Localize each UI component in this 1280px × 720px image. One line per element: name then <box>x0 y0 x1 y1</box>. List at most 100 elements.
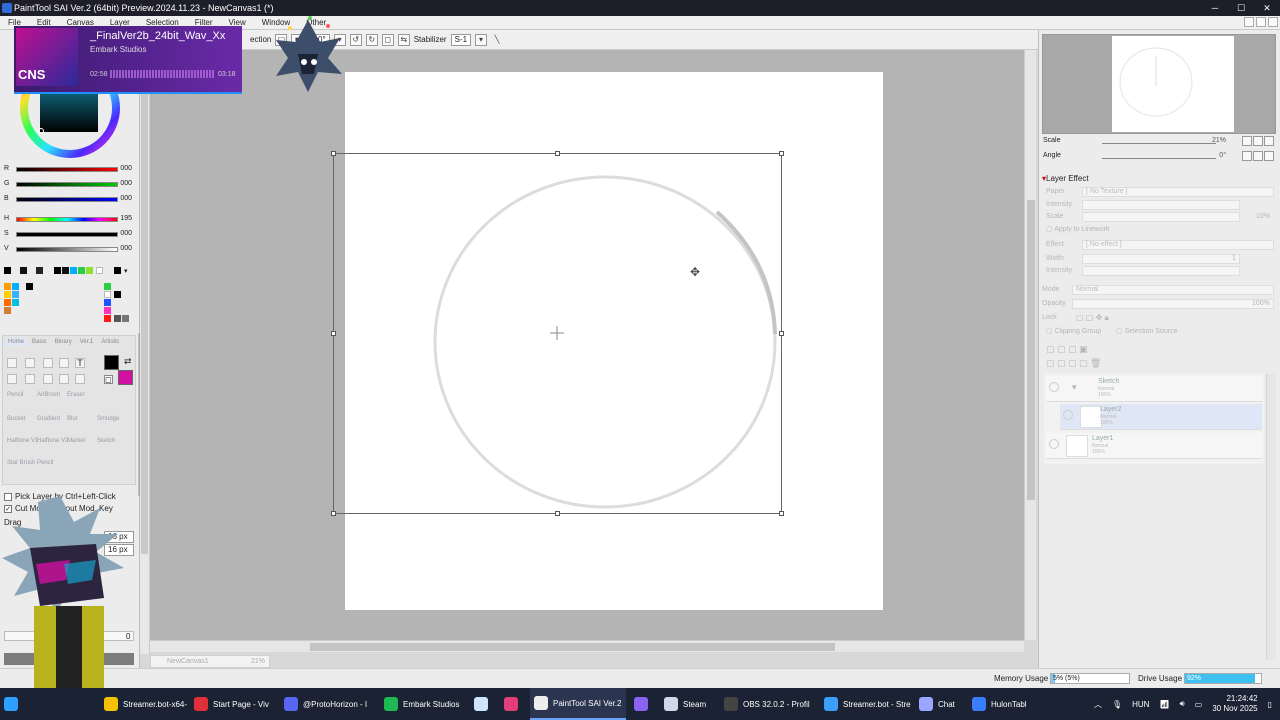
volume-icon[interactable]: 🔊︎ <box>1180 699 1185 709</box>
folder-chevron-icon[interactable]: ▾ <box>1072 382 1077 393</box>
nav-scale-track[interactable] <box>1102 143 1216 144</box>
slider-r[interactable]: R 000 <box>4 164 136 176</box>
swatch[interactable] <box>4 267 11 274</box>
magic-wand-icon[interactable] <box>43 358 53 368</box>
swatch[interactable] <box>62 267 69 274</box>
tool-star-brush[interactable]: Star Brush <box>7 460 35 466</box>
tool-pencil[interactable]: Pencil <box>7 392 23 398</box>
minimize-button[interactable]: ─ <box>1202 0 1228 16</box>
swatch[interactable] <box>4 299 11 306</box>
slider-g[interactable]: G 000 <box>4 179 136 191</box>
paper-select[interactable]: [ No Texture ] <box>1082 187 1274 197</box>
effect-intensity-slider[interactable] <box>1082 266 1240 276</box>
canvas-vertical-scroll-thumb[interactable] <box>1027 200 1035 500</box>
taskbar-item[interactable]: OBS 32.0.2 - Profil <box>720 688 814 720</box>
slider-v-track[interactable] <box>16 247 118 252</box>
slider-g-track[interactable] <box>16 182 118 187</box>
transform-handle-bottom[interactable] <box>555 511 560 516</box>
effect-width-slider[interactable] <box>1082 254 1240 264</box>
tool-tab-basic[interactable]: Basic <box>29 338 50 346</box>
taskbar-item[interactable]: Embark Studios <box>380 688 463 720</box>
transparent-color-icon[interactable]: ◻ <box>104 375 113 384</box>
swatch[interactable] <box>4 291 11 298</box>
swatch[interactable] <box>114 267 121 274</box>
taskbar-item[interactable]: PaintTool SAI Ver.2 <box>530 688 626 720</box>
swatch[interactable] <box>12 291 19 298</box>
tool-blur[interactable]: Blur <box>67 416 78 422</box>
eye-icon[interactable] <box>1049 439 1059 449</box>
tool-tab-ver1[interactable]: Ver.1 <box>77 338 97 346</box>
slider-r-track[interactable] <box>16 167 118 172</box>
background-color[interactable] <box>118 370 133 385</box>
taskbar-item[interactable]: Streamer.bot-x64- <box>100 688 191 720</box>
swatch[interactable] <box>12 283 19 290</box>
layer-row-layer2[interactable]: Layer2 Normal 100% <box>1060 404 1262 430</box>
mdi-close-button[interactable] <box>1268 17 1278 27</box>
swatch[interactable] <box>36 267 43 274</box>
tool-pencil-2[interactable]: Pencil <box>37 460 53 466</box>
eye-icon[interactable] <box>1049 382 1059 392</box>
layer-ops-icon[interactable]: ▢ ▢ ▢ ▢ 🗑︎ <box>1046 358 1101 369</box>
canvas-horizontal-scroll-thumb[interactable] <box>310 643 835 651</box>
swatch[interactable] <box>70 267 77 274</box>
tool-sketch[interactable]: Sketch <box>97 438 115 444</box>
tool-halftone-v2[interactable]: Halftone V2 <box>37 438 68 444</box>
swatch[interactable] <box>114 291 121 298</box>
paper-intensity-slider[interactable] <box>1082 200 1240 210</box>
selection-source-option[interactable]: ▢ Selection Source <box>1116 327 1177 335</box>
zoom-icon[interactable] <box>25 374 35 384</box>
close-button[interactable]: ✕ <box>1254 0 1280 16</box>
rotate-right-icon[interactable] <box>1253 151 1263 161</box>
taskbar-item[interactable]: Chat <box>915 688 959 720</box>
tool-gradient[interactable]: Gradient <box>37 416 60 422</box>
swatch[interactable] <box>12 299 19 306</box>
rotate-right-icon[interactable]: ↻ <box>365 33 378 46</box>
mic-icon[interactable]: 🎙︎ <box>1112 700 1122 709</box>
swatch[interactable] <box>4 307 11 314</box>
opacity-slider[interactable] <box>1072 299 1274 309</box>
navigator-preview[interactable] <box>1112 36 1234 132</box>
layer-list-scrollbar[interactable] <box>1266 374 1276 660</box>
eyedropper-icon[interactable] <box>75 374 85 384</box>
rotate-left-icon[interactable]: ↺ <box>349 33 362 46</box>
zoom-out-icon[interactable] <box>1242 136 1252 146</box>
rotate-reset-icon[interactable] <box>1264 151 1274 161</box>
reset-view-icon[interactable]: ◻ <box>381 33 394 46</box>
slider-b-track[interactable] <box>16 197 118 202</box>
notification-icon[interactable]: ▯ <box>1268 700 1272 709</box>
taskbar-item[interactable]: Start Page - Viv <box>190 688 273 720</box>
swatch[interactable] <box>78 267 85 274</box>
tool-bucket[interactable]: Bucket <box>7 416 25 422</box>
paper-scale-slider[interactable] <box>1082 212 1240 222</box>
transform-handle-top[interactable] <box>555 151 560 156</box>
transform-handle-top-left[interactable] <box>331 151 336 156</box>
slider-h-track[interactable] <box>16 217 118 222</box>
move-icon[interactable] <box>7 374 17 384</box>
chevron-up-icon[interactable]: ︿ <box>1094 699 1102 710</box>
zoom-reset-icon[interactable] <box>1264 136 1274 146</box>
swatch[interactable] <box>86 267 93 274</box>
effect-select[interactable]: [ No effect ] <box>1082 240 1274 250</box>
taskbar-item[interactable]: Steam <box>660 688 710 720</box>
start-button[interactable] <box>4 688 18 720</box>
swatch[interactable] <box>20 267 27 274</box>
hand-icon[interactable] <box>59 374 69 384</box>
transform-handle-bottom-left[interactable] <box>331 511 336 516</box>
taskbar-item[interactable]: @ProtoHorizon - I <box>280 688 371 720</box>
move-layer-icon[interactable] <box>59 358 69 368</box>
zoom-in-icon[interactable] <box>1253 136 1263 146</box>
tool-tab-artistic[interactable]: Artistic <box>98 338 122 346</box>
left-panel-scrollbar[interactable] <box>140 50 150 654</box>
text-icon[interactable]: T <box>75 358 85 368</box>
swatch[interactable] <box>104 307 111 314</box>
lasso-icon[interactable] <box>25 358 35 368</box>
transform-handle-left[interactable] <box>331 331 336 336</box>
swatch-palette[interactable]: ▾ <box>2 265 136 333</box>
rotate-icon[interactable] <box>43 374 53 384</box>
new-layer-icon[interactable]: ▢ ▢ ▢ ▣ <box>1046 344 1088 355</box>
swatch[interactable] <box>122 315 129 322</box>
apply-linework-option[interactable]: ▢ Apply to Linework <box>1046 225 1109 233</box>
mdi-restore-button[interactable] <box>1256 17 1266 27</box>
clock[interactable]: 21:24:42 30 Nov 2025 <box>1212 694 1257 714</box>
slider-b[interactable]: B 000 <box>4 194 136 206</box>
